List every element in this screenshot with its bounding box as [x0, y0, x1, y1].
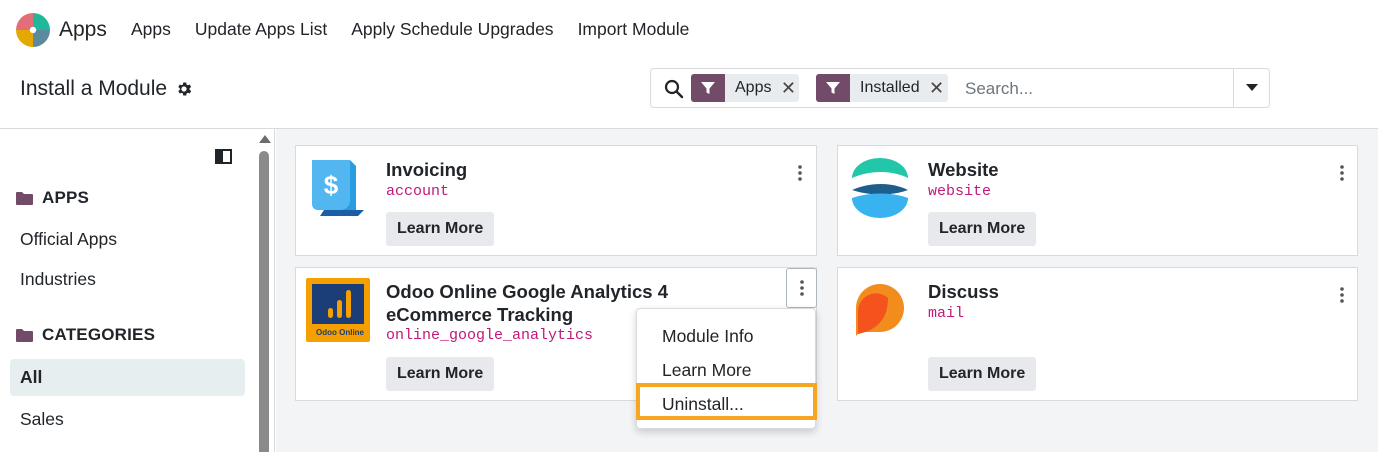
menu-item-apply-schedule-upgrades[interactable]: Apply Schedule Upgrades	[351, 19, 553, 40]
kebab-menu-icon[interactable]	[1327, 156, 1357, 190]
learn-more-button[interactable]: Learn More	[928, 212, 1037, 246]
svg-text:$: $	[324, 170, 339, 200]
search-options-toggle[interactable]	[1233, 69, 1269, 107]
search-panel-sidebar: APPS Official Apps Industries CATEGORIES…	[0, 129, 275, 452]
sidebar-item-all[interactable]: All	[10, 359, 245, 396]
website-icon	[852, 158, 908, 218]
search-bar: Apps ✕ Installed ✕	[650, 68, 1270, 108]
discuss-icon	[856, 284, 904, 336]
module-technical-name: account	[386, 183, 450, 200]
sidebar-toggle-icon[interactable]	[215, 149, 232, 164]
sidebar-item-industries[interactable]: Industries	[10, 261, 245, 298]
learn-more-button[interactable]: Learn More	[386, 212, 495, 246]
sidebar-item-label: All	[20, 367, 43, 387]
module-card-invoicing[interactable]: $ Invoicing account Learn More	[295, 145, 817, 256]
filter-icon	[816, 74, 850, 102]
menu-item-apps[interactable]: Apps	[131, 19, 171, 40]
sidebar-item-label: Sales	[20, 409, 64, 429]
module-technical-name: website	[928, 183, 992, 200]
search-input[interactable]	[965, 76, 1225, 102]
facet-installed: Installed ✕	[816, 74, 948, 102]
section-label: CATEGORIES	[42, 325, 156, 344]
section-header-categories: CATEGORIES	[16, 325, 155, 345]
kebab-menu-icon[interactable]	[786, 268, 817, 308]
module-technical-name: mail	[928, 305, 965, 322]
module-technical-name: online_google_analytics	[386, 327, 594, 344]
facet-remove-icon[interactable]: ✕	[777, 74, 799, 102]
section-header-apps: APPS	[16, 188, 89, 208]
main-menu: Apps Update Apps List Apply Schedule Upg…	[131, 19, 689, 40]
top-navbar: Apps Apps Update Apps List Apply Schedul…	[0, 0, 1378, 60]
google-analytics-icon: Odoo Online	[306, 278, 370, 342]
kebab-menu-icon[interactable]	[1327, 278, 1357, 312]
search-icon[interactable]	[664, 79, 684, 99]
learn-more-button[interactable]: Learn More	[386, 357, 495, 391]
facet-label: Apps	[735, 79, 772, 96]
module-title: Website	[928, 159, 999, 180]
breadcrumb: Install a Module	[20, 77, 193, 101]
gear-icon[interactable]	[175, 80, 193, 98]
scroll-up-arrow-icon[interactable]	[259, 135, 271, 143]
sidebar-item-official-apps[interactable]: Official Apps	[10, 221, 245, 258]
menu-item-update-apps-list[interactable]: Update Apps List	[195, 19, 327, 40]
dropdown-item-learn-more[interactable]: Learn More	[637, 353, 815, 387]
sidebar-item-label: Industries	[20, 269, 96, 289]
kanban-view: $ Invoicing account Learn More Website w…	[276, 129, 1378, 452]
menu-item-import-module[interactable]: Import Module	[578, 19, 690, 40]
facet-remove-icon[interactable]: ✕	[926, 74, 948, 102]
learn-more-button[interactable]: Learn More	[928, 357, 1037, 391]
facet-apps: Apps ✕	[691, 74, 800, 102]
page-title: Install a Module	[20, 77, 168, 100]
caret-down-icon	[1245, 84, 1258, 91]
filter-icon	[691, 74, 725, 102]
dropdown-item-uninstall[interactable]: Uninstall...	[637, 387, 815, 421]
sidebar-item-label: Official Apps	[20, 229, 117, 249]
kebab-menu-icon[interactable]	[785, 156, 815, 190]
scrollbar-thumb[interactable]	[259, 151, 269, 452]
icon-caption: Odoo Online	[316, 328, 365, 337]
module-title: Discuss	[928, 281, 999, 302]
section-label: APPS	[42, 188, 90, 207]
folder-icon	[16, 329, 33, 342]
sidebar-item-sales[interactable]: Sales	[10, 401, 245, 438]
app-name[interactable]: Apps	[59, 18, 107, 42]
module-card-website[interactable]: Website website Learn More	[837, 145, 1358, 256]
invoicing-icon: $	[312, 160, 364, 216]
folder-icon	[16, 192, 33, 205]
module-actions-dropdown: Module Info Learn More Uninstall...	[636, 308, 816, 429]
sidebar-scrollbar[interactable]	[257, 129, 271, 452]
module-title: Invoicing	[386, 159, 468, 180]
apps-logo-icon[interactable]	[16, 13, 50, 47]
facet-label: Installed	[860, 79, 920, 96]
module-card-discuss[interactable]: Discuss mail Learn More	[837, 267, 1358, 401]
dropdown-item-module-info[interactable]: Module Info	[637, 319, 815, 353]
